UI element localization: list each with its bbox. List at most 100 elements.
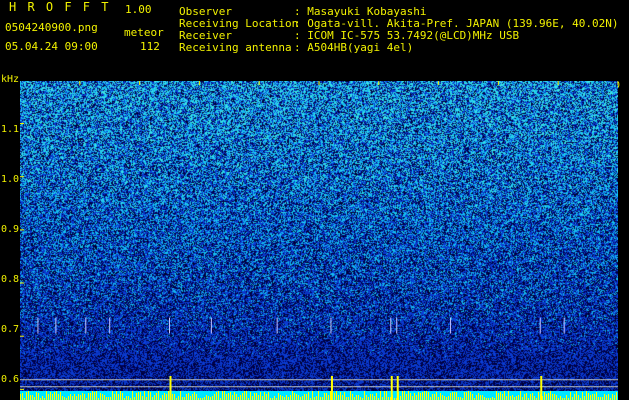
activity-bar (244, 391, 245, 400)
activity-bar (412, 396, 413, 400)
activity-bar (570, 392, 571, 400)
activity-bar (74, 394, 75, 400)
activity-bar (596, 392, 597, 400)
activity-bar (128, 396, 129, 400)
y-tick-label: 1.0 (1, 174, 20, 185)
activity-bar (516, 396, 517, 400)
activity-bar (384, 391, 385, 400)
activity-bar (54, 392, 55, 400)
activity-bar (32, 395, 33, 400)
activity-bar (456, 392, 457, 400)
activity-bar (60, 392, 61, 400)
activity-bar (532, 393, 533, 400)
activity-bar (476, 395, 477, 400)
activity-bar (148, 391, 149, 400)
activity-bar (254, 393, 255, 400)
filename-label: 0504240900.png (5, 21, 98, 34)
activity-bar (174, 394, 175, 400)
activity-bar (534, 396, 535, 400)
activity-bar (116, 391, 117, 400)
activity-bar (168, 391, 169, 400)
activity-bar (126, 396, 127, 400)
activity-bar (194, 392, 195, 400)
activity-bar (442, 395, 443, 400)
activity-bar (468, 391, 469, 400)
activity-bar (304, 394, 305, 400)
activity-bar (260, 392, 261, 400)
activity-bar (92, 391, 93, 400)
activity-bar (218, 391, 219, 400)
y-tick-label: 0.8 (1, 274, 20, 285)
activity-bar (530, 394, 531, 400)
activity-bar (216, 392, 217, 400)
activity-bar (226, 394, 227, 400)
activity-bar (380, 391, 381, 400)
activity-bar (234, 392, 235, 400)
activity-bar (268, 392, 269, 400)
activity-bar (548, 393, 549, 400)
activity-bar (82, 393, 83, 400)
activity-bar (508, 391, 509, 400)
activity-bar (334, 393, 335, 400)
activity-bar (70, 394, 71, 400)
activity-bar (416, 395, 417, 400)
y-tick-label: 0.6 (1, 374, 20, 385)
activity-bar (88, 393, 89, 400)
activity-bar (212, 396, 213, 400)
activity-bar (178, 396, 179, 400)
activity-bar (166, 394, 167, 400)
activity-bar (498, 393, 499, 400)
activity-bar (518, 395, 519, 400)
activity-bar (164, 393, 165, 400)
activity-bar (162, 395, 163, 400)
activity-bar (510, 396, 511, 400)
activity-bar (264, 392, 265, 400)
activity-bar (20, 394, 21, 400)
activity-bar (506, 396, 507, 400)
activity-bar (512, 395, 513, 400)
activity-bar (590, 395, 591, 400)
activity-bar (94, 392, 95, 400)
activity-bar (340, 392, 341, 400)
activity-bar (336, 391, 337, 400)
activity-bar (62, 396, 63, 400)
count-label: 112 (140, 40, 160, 53)
strong-echo-spike (169, 376, 172, 400)
activity-bar (188, 393, 189, 400)
activity-bar (406, 394, 407, 400)
activity-bar (68, 396, 69, 400)
activity-bar (274, 396, 275, 400)
activity-bar (612, 394, 613, 400)
activity-bar (104, 395, 105, 400)
activity-bar (454, 392, 455, 400)
activity-bar (344, 392, 345, 400)
y-axis-unit: kHz (1, 74, 20, 85)
activity-bar (424, 391, 425, 400)
activity-bar (250, 392, 251, 400)
activity-bar (604, 394, 605, 400)
activity-bar (296, 394, 297, 400)
spectrogram-plot (20, 81, 618, 400)
activity-bar (232, 395, 233, 400)
activity-bar (470, 392, 471, 400)
activity-bar (286, 395, 287, 400)
activity-bar (240, 395, 241, 400)
activity-bar (282, 396, 283, 400)
activity-bar (150, 392, 151, 400)
activity-bar (444, 396, 445, 400)
activity-bar (376, 393, 377, 400)
activity-bar (524, 394, 525, 400)
activity-bar (172, 394, 173, 400)
activity-bar (206, 395, 207, 400)
activity-bar (144, 391, 145, 400)
activity-bar (356, 395, 357, 400)
activity-bar (230, 392, 231, 400)
activity-bar (56, 391, 57, 400)
category-label: meteor (124, 26, 164, 39)
activity-bar (478, 393, 479, 400)
datetime-label: 05.04.24 09:00 (5, 40, 98, 53)
activity-bar (308, 392, 309, 400)
activity-bar (450, 393, 451, 400)
activity-bar (252, 396, 253, 400)
activity-bar (52, 394, 53, 400)
